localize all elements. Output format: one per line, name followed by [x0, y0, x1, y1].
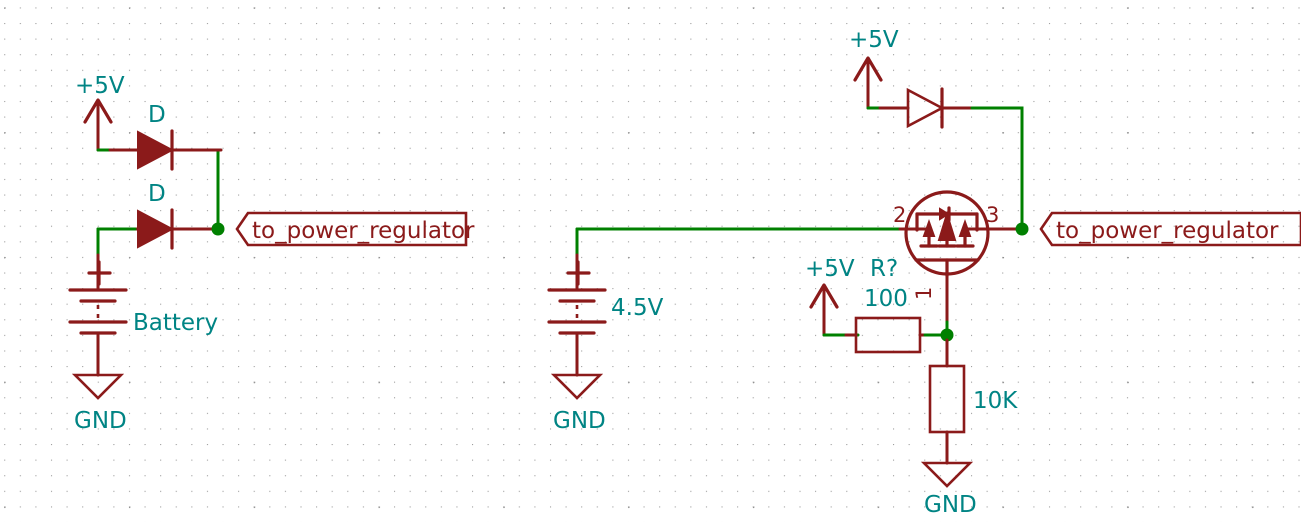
battery-middle-value: 4.5V [611, 295, 664, 321]
resistor-100-value: 100 [864, 286, 908, 312]
battery-left-value: Battery [133, 310, 218, 336]
ground-label-left: GND [74, 408, 127, 434]
mosfet-pin-2-number: 2 [893, 203, 906, 227]
mosfet-q1[interactable] [898, 190, 1027, 337]
schematic-canvas[interactable]: .cmp { stroke:#8B1A1A; stroke-width:3.2;… [0, 0, 1301, 522]
diode-right-top[interactable] [878, 87, 982, 129]
power-symbol-plus5v-divider[interactable] [809, 283, 839, 337]
diode-lower-ref: D [148, 181, 166, 207]
power-label-plus5v-right-top: +5V [849, 27, 899, 53]
resistor-10k-value: 10K [973, 388, 1018, 414]
power-label-plus5v-left: +5V [75, 73, 125, 99]
power-label-plus5v-divider: +5V [805, 256, 855, 282]
ground-symbol-left[interactable] [71, 350, 125, 400]
schematic-drawing: .cmp { stroke:#8B1A1A; stroke-width:3.2;… [68, 27, 1301, 518]
diode-upper-ref: D [148, 102, 166, 128]
net-label-right-text: to_power_regulator [1056, 218, 1279, 244]
mosfet-pin-1-number: 1 [912, 287, 936, 300]
diode-upper[interactable] [108, 129, 223, 171]
junction-left[interactable] [211, 222, 225, 236]
ground-label-middle: GND [553, 408, 606, 434]
ground-symbol-right[interactable] [920, 438, 974, 488]
mosfet-pin-3-number: 3 [986, 203, 999, 227]
ground-label-right: GND [924, 492, 977, 518]
ground-symbol-middle[interactable] [550, 350, 604, 400]
circuit-right: +5V 2 3 1 to_power_regulator +5V R? 100 … [805, 27, 1301, 518]
power-symbol-plus5v-left[interactable] [83, 98, 113, 152]
power-symbol-plus5v-right-top[interactable] [853, 56, 883, 110]
circuit-left: +5V D D to_power_regulator Battery GND [68, 73, 475, 434]
resistor-100-ref: R? [870, 256, 898, 282]
junction-right-drain[interactable] [1015, 222, 1029, 236]
net-label-left-text: to_power_regulator [252, 218, 475, 244]
